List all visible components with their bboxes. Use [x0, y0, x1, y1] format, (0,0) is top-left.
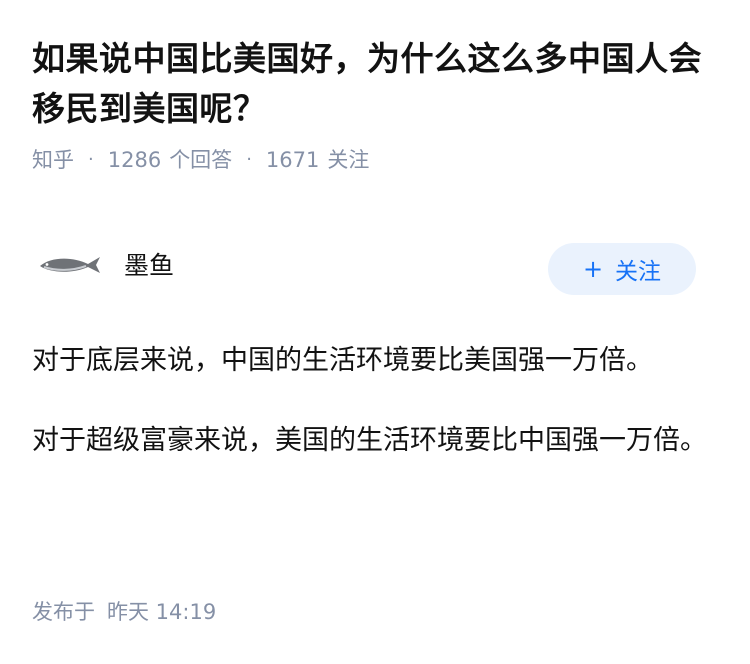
answer-count: 1286	[107, 148, 162, 172]
follower-count-label: 关注	[327, 148, 370, 172]
publish-time: 发布于 昨天 14:19	[32, 596, 216, 628]
question-meta: 知乎 · 1286 个回答 · 1671 关注	[32, 143, 369, 177]
answer-content: 对于底层来说，中国的生活环境要比美国强一万倍。 对于超级富豪来说，美国的生活环境…	[32, 338, 712, 498]
source-label[interactable]: 知乎	[32, 143, 74, 177]
author-name[interactable]: 墨鱼	[124, 246, 174, 286]
answer-count-label[interactable]: 个回答	[169, 143, 232, 177]
follow-button[interactable]: + 关注	[548, 243, 696, 295]
answer-paragraph: 对于超级富豪来说，美国的生活环境要比中国强一万倍。	[32, 425, 707, 456]
meta-separator: ·	[246, 149, 252, 170]
follow-label: 关注	[615, 259, 662, 285]
publish-label: 发布于	[32, 600, 95, 624]
answer-paragraph: 对于底层来说，中国的生活环境要比美国强一万倍。	[32, 345, 653, 376]
fish-icon[interactable]	[38, 254, 102, 276]
follower-count: 1671	[265, 148, 320, 172]
meta-separator: ·	[88, 149, 94, 170]
author-row: 墨鱼 + 关注	[32, 240, 722, 300]
plus-icon: +	[582, 255, 604, 283]
publish-timestamp: 昨天 14:19	[107, 600, 217, 624]
question-title[interactable]: 如果说中国比美国好，为什么这么多中国人会移民到美国呢？	[32, 34, 722, 134]
